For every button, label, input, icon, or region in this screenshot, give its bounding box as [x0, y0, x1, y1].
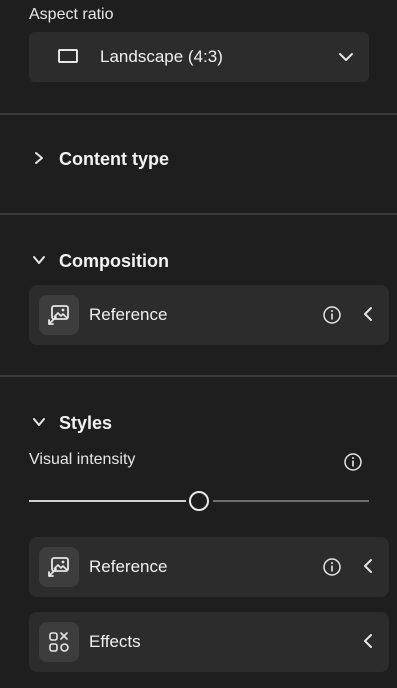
chevron-left-icon[interactable]: [363, 633, 373, 649]
effects-icon: [39, 622, 79, 662]
image-reference-icon: [39, 547, 79, 587]
aspect-ratio-value: Landscape (4:3): [100, 47, 223, 66]
chevron-down-icon: [339, 53, 353, 61]
composition-title: Composition: [59, 251, 169, 271]
slider-track-filled[interactable]: [29, 500, 186, 502]
aspect-ratio-label: Aspect ratio: [29, 6, 114, 23]
aspect-ratio-dropdown[interactable]: Landscape (4:3): [29, 32, 369, 82]
info-icon[interactable]: [323, 306, 341, 324]
visual-intensity-label: Visual intensity: [29, 451, 136, 468]
divider: [0, 213, 397, 215]
divider: [0, 113, 397, 115]
content-type-title: Content type: [59, 149, 169, 169]
divider: [0, 375, 397, 377]
effects-label: Effects: [89, 632, 141, 651]
styles-header[interactable]: Styles: [29, 409, 369, 439]
image-reference-icon: [39, 295, 79, 335]
content-type-header[interactable]: Content type: [29, 146, 369, 176]
chevron-left-icon[interactable]: [363, 558, 373, 574]
composition-reference-card[interactable]: Reference: [29, 285, 389, 345]
slider-track-empty[interactable]: [213, 500, 369, 502]
composition-header[interactable]: Composition: [29, 247, 369, 277]
chevron-down-icon: [33, 256, 45, 264]
effects-card[interactable]: Effects: [29, 612, 389, 672]
info-icon[interactable]: [344, 453, 362, 471]
styles-reference-card[interactable]: Reference: [29, 537, 389, 597]
styles-reference-label: Reference: [89, 557, 168, 576]
styles-title: Styles: [59, 413, 113, 433]
landscape-rect-icon: [58, 49, 78, 63]
chevron-down-icon: [33, 418, 45, 426]
chevron-right-icon: [35, 152, 43, 164]
chevron-left-icon[interactable]: [363, 306, 373, 322]
info-icon[interactable]: [323, 558, 341, 576]
composition-reference-label: Reference: [89, 305, 168, 324]
visual-intensity-slider-thumb[interactable]: [189, 491, 209, 511]
